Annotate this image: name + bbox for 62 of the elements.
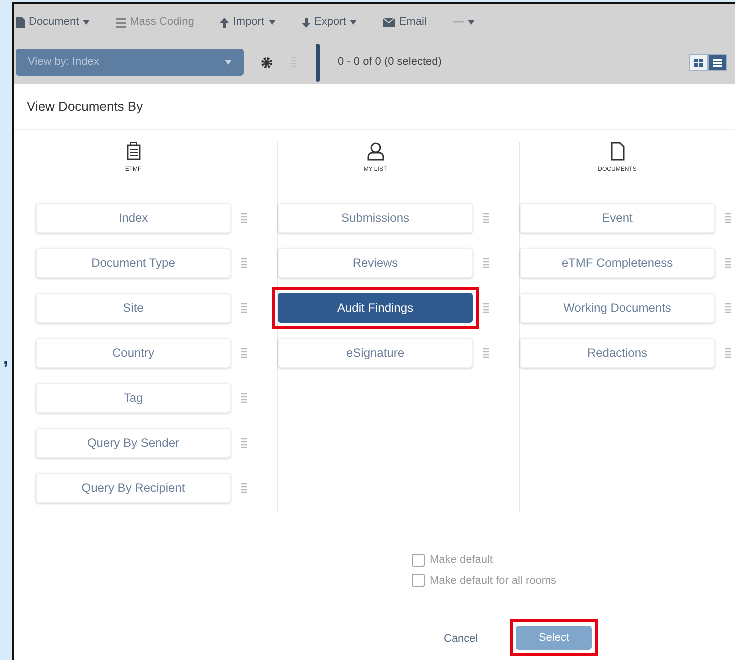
checkbox-label: Make default for all rooms	[430, 574, 557, 588]
view-option-button[interactable]: Event	[520, 203, 715, 233]
view-option-button[interactable]: Submissions	[278, 203, 473, 233]
checkbox[interactable]	[412, 574, 425, 588]
arrow-down-icon	[302, 18, 311, 28]
drag-handle-icon[interactable]	[241, 348, 247, 358]
select-button[interactable]: Select	[516, 626, 592, 650]
caret-icon	[268, 20, 276, 25]
view-option-button[interactable]: Index	[36, 203, 231, 233]
drag-handle-icon[interactable]	[241, 438, 247, 448]
settings-icon[interactable]	[261, 56, 273, 68]
menu-button[interactable]: —	[452, 14, 475, 31]
caret-icon	[350, 20, 358, 25]
menu-button[interactable]: Import	[220, 14, 276, 31]
view-option-button[interactable]: Redactions	[520, 338, 715, 368]
view-option-button[interactable]: Reviews	[278, 248, 473, 278]
drag-handle-icon[interactable]	[725, 258, 731, 268]
view-option-button[interactable]: Site	[36, 293, 231, 323]
drag-handle-icon[interactable]	[483, 348, 489, 358]
menu-button[interactable]: Document	[16, 14, 90, 31]
view-option-button[interactable]: Audit Findings	[278, 293, 473, 323]
view-option-button[interactable]: Tag	[36, 383, 231, 413]
caret-icon	[468, 20, 475, 25]
document-icon	[16, 17, 25, 28]
toolbar-button[interactable]: Email	[383, 14, 427, 31]
view-option-button[interactable]: Query By Recipient	[36, 473, 231, 503]
drag-handle-icon[interactable]	[725, 348, 731, 358]
view-by-dropdown[interactable]: View by: Index	[16, 49, 244, 76]
view-option-button[interactable]: eSignature	[278, 338, 473, 368]
list-view-button[interactable]	[708, 54, 727, 71]
caret-icon	[83, 20, 90, 25]
drag-handle-icon[interactable]	[241, 393, 247, 403]
checkbox-label: Make default	[430, 553, 493, 568]
drag-handle-icon[interactable]	[483, 303, 489, 313]
drag-handle-icon[interactable]	[725, 303, 731, 313]
dialog-title: View Documents By	[27, 98, 144, 116]
drag-handle-icon[interactable]	[483, 213, 489, 223]
drag-handle-icon[interactable]	[241, 213, 247, 223]
drag-handle-icon[interactable]	[725, 213, 731, 223]
checkbox[interactable]	[412, 554, 425, 567]
drag-handle-icon[interactable]	[483, 258, 489, 268]
cancel-link[interactable]: Cancel	[444, 630, 478, 648]
envelope-icon	[383, 18, 396, 27]
user-icon	[366, 142, 384, 161]
view-option-button[interactable]: Query By Sender	[36, 428, 231, 458]
grid-icon	[694, 58, 703, 66]
drag-handle-icon[interactable]	[241, 303, 247, 313]
menu-button[interactable]: Export	[302, 14, 358, 31]
pager-text: 0 - 0 of 0 (0 selected)	[338, 55, 442, 70]
list-icon	[713, 58, 722, 66]
view-option-button[interactable]: Working Documents	[520, 293, 715, 323]
document-icon	[610, 142, 624, 161]
view-option-button[interactable]: Document Type	[36, 248, 231, 278]
view-option-button[interactable]: Country	[36, 338, 231, 368]
caret-icon	[225, 60, 232, 65]
view-option-button[interactable]: eTMF Completeness	[520, 248, 715, 278]
drag-handle-icon[interactable]	[241, 258, 247, 268]
list-icon	[116, 18, 126, 28]
comma-mark: ,	[3, 348, 9, 368]
drag-handle-icon[interactable]	[241, 483, 247, 493]
arrow-up-icon	[220, 18, 230, 28]
grid-view-button[interactable]	[689, 54, 708, 71]
